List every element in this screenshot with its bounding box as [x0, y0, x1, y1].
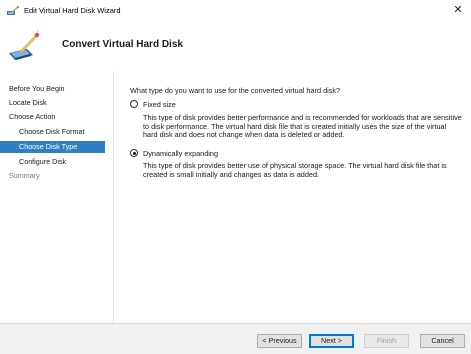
nav-item-label: Summary — [9, 171, 40, 180]
nav-item-before-you-begin[interactable]: Before You Begin — [0, 83, 105, 95]
wizard-window: Edit Virtual Hard Disk Wizard ✕ Convert … — [0, 0, 471, 354]
description-line: hard disk and does not change when data … — [143, 130, 345, 140]
nav-item-label: Choose Action — [9, 112, 56, 121]
cancel-button[interactable]: Cancel — [420, 334, 465, 348]
description-line: created is small initially and changes a… — [143, 169, 320, 179]
fixed-size-label: Fixed size — [143, 100, 176, 109]
nav-item-choose-disk-format[interactable]: Choose Disk Format — [0, 126, 105, 138]
dynamically-expanding-label: Dynamically expanding — [143, 149, 219, 158]
finish-button[interactable]: Finish — [364, 334, 409, 348]
nav-item-label: Choose Disk Type — [19, 142, 78, 151]
content-pane: What type do you want to use for the con… — [114, 71, 471, 323]
page-title: Convert Virtual Hard Disk — [62, 39, 183, 50]
nav-item-label: Configure Disk — [19, 157, 67, 166]
nav-item-label: Before You Begin — [9, 84, 65, 93]
header-banner: Convert Virtual Hard Disk — [0, 21, 471, 72]
wizard-steps-nav: Before You Begin Locate Disk Choose Acti… — [0, 71, 114, 323]
dynamically-expanding-description: This type of disk provides better use of… — [143, 161, 463, 179]
wizard-disk-icon — [7, 6, 19, 15]
close-button[interactable]: ✕ — [450, 3, 466, 18]
previous-button[interactable]: < Previous — [257, 334, 302, 348]
nav-item-choose-disk-type[interactable]: Choose Disk Type — [0, 141, 105, 153]
fixed-size-radio[interactable] — [130, 100, 138, 108]
nav-item-label: Locate Disk — [9, 98, 47, 107]
title-bar: Edit Virtual Hard Disk Wizard ✕ — [0, 0, 471, 21]
window-title: Edit Virtual Hard Disk Wizard — [24, 6, 121, 15]
disk-type-question: What type do you want to use for the con… — [130, 86, 341, 95]
close-icon: ✕ — [453, 4, 463, 16]
nav-item-locate-disk[interactable]: Locate Disk — [0, 97, 105, 109]
next-button[interactable]: Next > — [309, 334, 354, 348]
nav-item-summary[interactable]: Summary — [0, 170, 105, 182]
nav-item-choose-action[interactable]: Choose Action — [0, 111, 105, 123]
nav-item-configure-disk[interactable]: Configure Disk — [0, 156, 105, 168]
button-bar: < Previous Next > Finish Cancel — [0, 323, 471, 354]
fixed-size-description: This type of disk provides better perfor… — [143, 113, 463, 140]
dynamically-expanding-radio[interactable] — [130, 149, 138, 157]
nav-item-label: Choose Disk Format — [19, 127, 85, 136]
disk-wand-icon — [9, 30, 40, 60]
